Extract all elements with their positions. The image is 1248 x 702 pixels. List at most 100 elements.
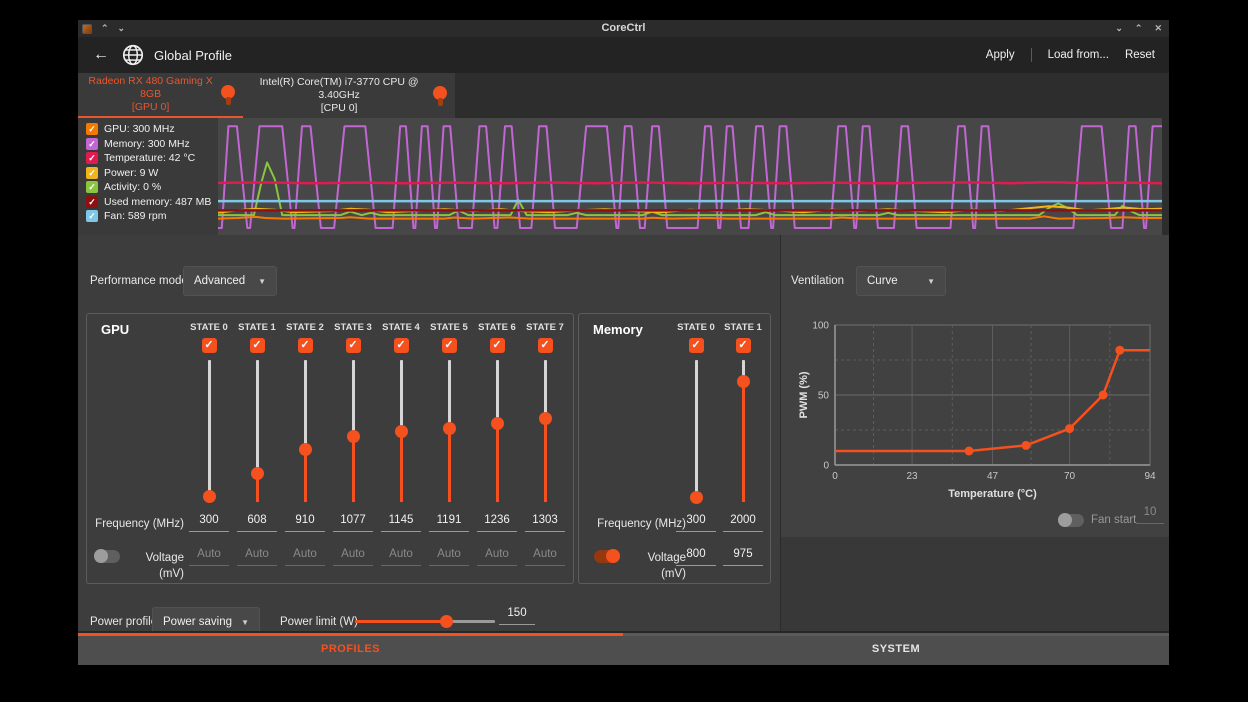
legend-item[interactable]: ✓ Fan: 589 rpm	[86, 209, 218, 224]
slider-handle[interactable]	[347, 430, 360, 443]
state-slider[interactable]	[427, 360, 471, 502]
legend-checkbox[interactable]: ✓	[86, 196, 98, 208]
maximize-icon[interactable]: ⌃	[1135, 20, 1143, 37]
legend-checkbox[interactable]: ✓	[86, 210, 98, 222]
state-slider[interactable]	[674, 360, 718, 502]
fan-curve-point[interactable]	[1022, 441, 1031, 450]
voltage-value[interactable]: Auto	[381, 548, 421, 566]
slider-handle[interactable]	[491, 417, 504, 430]
slider-handle[interactable]	[690, 491, 703, 504]
tab-profiles[interactable]: PROFILES	[78, 636, 623, 665]
state-slider[interactable]	[475, 360, 519, 502]
state-slider[interactable]	[379, 360, 423, 502]
back-button[interactable]: ←	[90, 46, 112, 64]
frequency-value[interactable]: 1191	[429, 514, 469, 532]
slider-handle[interactable]	[539, 412, 552, 425]
legend-checkbox[interactable]: ✓	[86, 123, 98, 135]
fan-curve-point[interactable]	[965, 447, 974, 456]
voltage-value[interactable]: Auto	[237, 548, 277, 566]
fan-start-value[interactable]: 10	[1136, 506, 1164, 524]
graph-edge	[1162, 118, 1169, 235]
fan-curve-point[interactable]	[1099, 391, 1108, 400]
slider-handle[interactable]	[395, 425, 408, 438]
graph-line-temperature	[218, 182, 1162, 183]
state-checkbox[interactable]: ✓	[298, 338, 313, 353]
reset-button[interactable]: Reset	[1125, 49, 1155, 61]
legend-item[interactable]: ✓ Used memory: 487 MB	[86, 195, 218, 210]
frequency-value[interactable]: 1236	[477, 514, 517, 532]
legend-checkbox[interactable]: ✓	[86, 181, 98, 193]
legend-item[interactable]: ✓ Memory: 300 MHz	[86, 137, 218, 152]
frequency-value[interactable]: 910	[285, 514, 325, 532]
state-checkbox[interactable]: ✓	[442, 338, 457, 353]
state-slider[interactable]	[283, 360, 327, 502]
legend-checkbox[interactable]: ✓	[86, 167, 98, 179]
voltage-value[interactable]: Auto	[333, 548, 373, 566]
state-column: STATE 4 ✓ 1145 Auto	[379, 314, 423, 574]
load-from-button[interactable]: Load from...	[1048, 49, 1109, 61]
slider-handle[interactable]	[203, 490, 216, 503]
apply-button[interactable]: Apply	[986, 49, 1015, 61]
state-label: STATE 1	[721, 322, 765, 333]
frequency-value[interactable]: 300	[189, 514, 229, 532]
ventilation-dropdown[interactable]: Curve▼	[856, 266, 946, 296]
close-icon[interactable]: ✕	[1154, 20, 1162, 37]
frequency-value[interactable]: 1303	[525, 514, 565, 532]
legend-checkbox[interactable]: ✓	[86, 138, 98, 150]
x-axis-label: Temperature (°C)	[948, 488, 1037, 500]
tab-system[interactable]: SYSTEM	[623, 636, 1169, 665]
voltage-value[interactable]: Auto	[429, 548, 469, 566]
legend-checkbox[interactable]: ✓	[86, 152, 98, 164]
slider-handle[interactable]	[299, 443, 312, 456]
performance-mode-dropdown[interactable]: Advanced▼	[183, 266, 277, 296]
state-checkbox[interactable]: ✓	[490, 338, 505, 353]
power-limit-value[interactable]: 150	[499, 607, 535, 625]
svg-text:0: 0	[823, 461, 829, 472]
slider-handle[interactable]	[251, 467, 264, 480]
state-slider[interactable]	[187, 360, 231, 502]
legend-item[interactable]: ✓ Temperature: 42 °C	[86, 151, 218, 166]
frequency-value[interactable]: 1145	[381, 514, 421, 532]
fan-curve-chart[interactable]: 023477094050100Temperature (°C)PWM (%)	[795, 315, 1163, 505]
fan-start-toggle[interactable]	[1058, 514, 1084, 527]
legend-item[interactable]: ✓ Activity: 0 %	[86, 180, 218, 195]
voltage-value[interactable]: Auto	[285, 548, 325, 566]
legend-item[interactable]: ✓ GPU: 300 MHz	[86, 122, 218, 137]
voltage-value[interactable]: Auto	[525, 548, 565, 566]
power-limit-slider[interactable]	[355, 615, 495, 628]
state-checkbox[interactable]: ✓	[736, 338, 751, 353]
state-checkbox[interactable]: ✓	[250, 338, 265, 353]
tab-gpu-device[interactable]: Radeon RX 480 Gaming X 8GB[GPU 0]	[78, 73, 243, 118]
slider-handle[interactable]	[737, 375, 750, 388]
state-checkbox[interactable]: ✓	[202, 338, 217, 353]
state-checkbox[interactable]: ✓	[394, 338, 409, 353]
graph-line-activity	[218, 163, 1162, 216]
state-column: STATE 3 ✓ 1077 Auto	[331, 314, 375, 574]
state-checkbox[interactable]: ✓	[346, 338, 361, 353]
fan-curve-point[interactable]	[1115, 346, 1124, 355]
memory-voltage-toggle[interactable]	[594, 550, 620, 563]
frequency-value[interactable]: 1077	[333, 514, 373, 532]
frequency-value[interactable]: 608	[237, 514, 277, 532]
state-slider[interactable]	[721, 360, 765, 502]
legend-item[interactable]: ✓ Power: 9 W	[86, 166, 218, 181]
frequency-value[interactable]: 2000	[723, 514, 763, 532]
state-checkbox[interactable]: ✓	[689, 338, 704, 353]
state-slider[interactable]	[235, 360, 279, 502]
slider-handle[interactable]	[443, 422, 456, 435]
state-column: STATE 1 ✓ 608 Auto	[235, 314, 279, 574]
svg-text:50: 50	[818, 391, 830, 402]
tab-cpu-device[interactable]: Intel(R) Core(TM) i7-3770 CPU @ 3.40GHz[…	[243, 73, 455, 118]
fan-curve-point[interactable]	[1065, 424, 1074, 433]
voltage-value[interactable]: 975	[723, 548, 763, 566]
state-column: STATE 7 ✓ 1303 Auto	[523, 314, 567, 574]
state-slider[interactable]	[331, 360, 375, 502]
slider-handle[interactable]	[440, 615, 453, 628]
state-slider[interactable]	[523, 360, 567, 502]
voltage-value[interactable]: Auto	[189, 548, 229, 566]
fan-start-label: Fan start	[1091, 514, 1136, 526]
minimize-icon[interactable]: ⌄	[1115, 20, 1123, 37]
gpu-voltage-toggle[interactable]	[94, 550, 120, 563]
state-checkbox[interactable]: ✓	[538, 338, 553, 353]
voltage-value[interactable]: Auto	[477, 548, 517, 566]
